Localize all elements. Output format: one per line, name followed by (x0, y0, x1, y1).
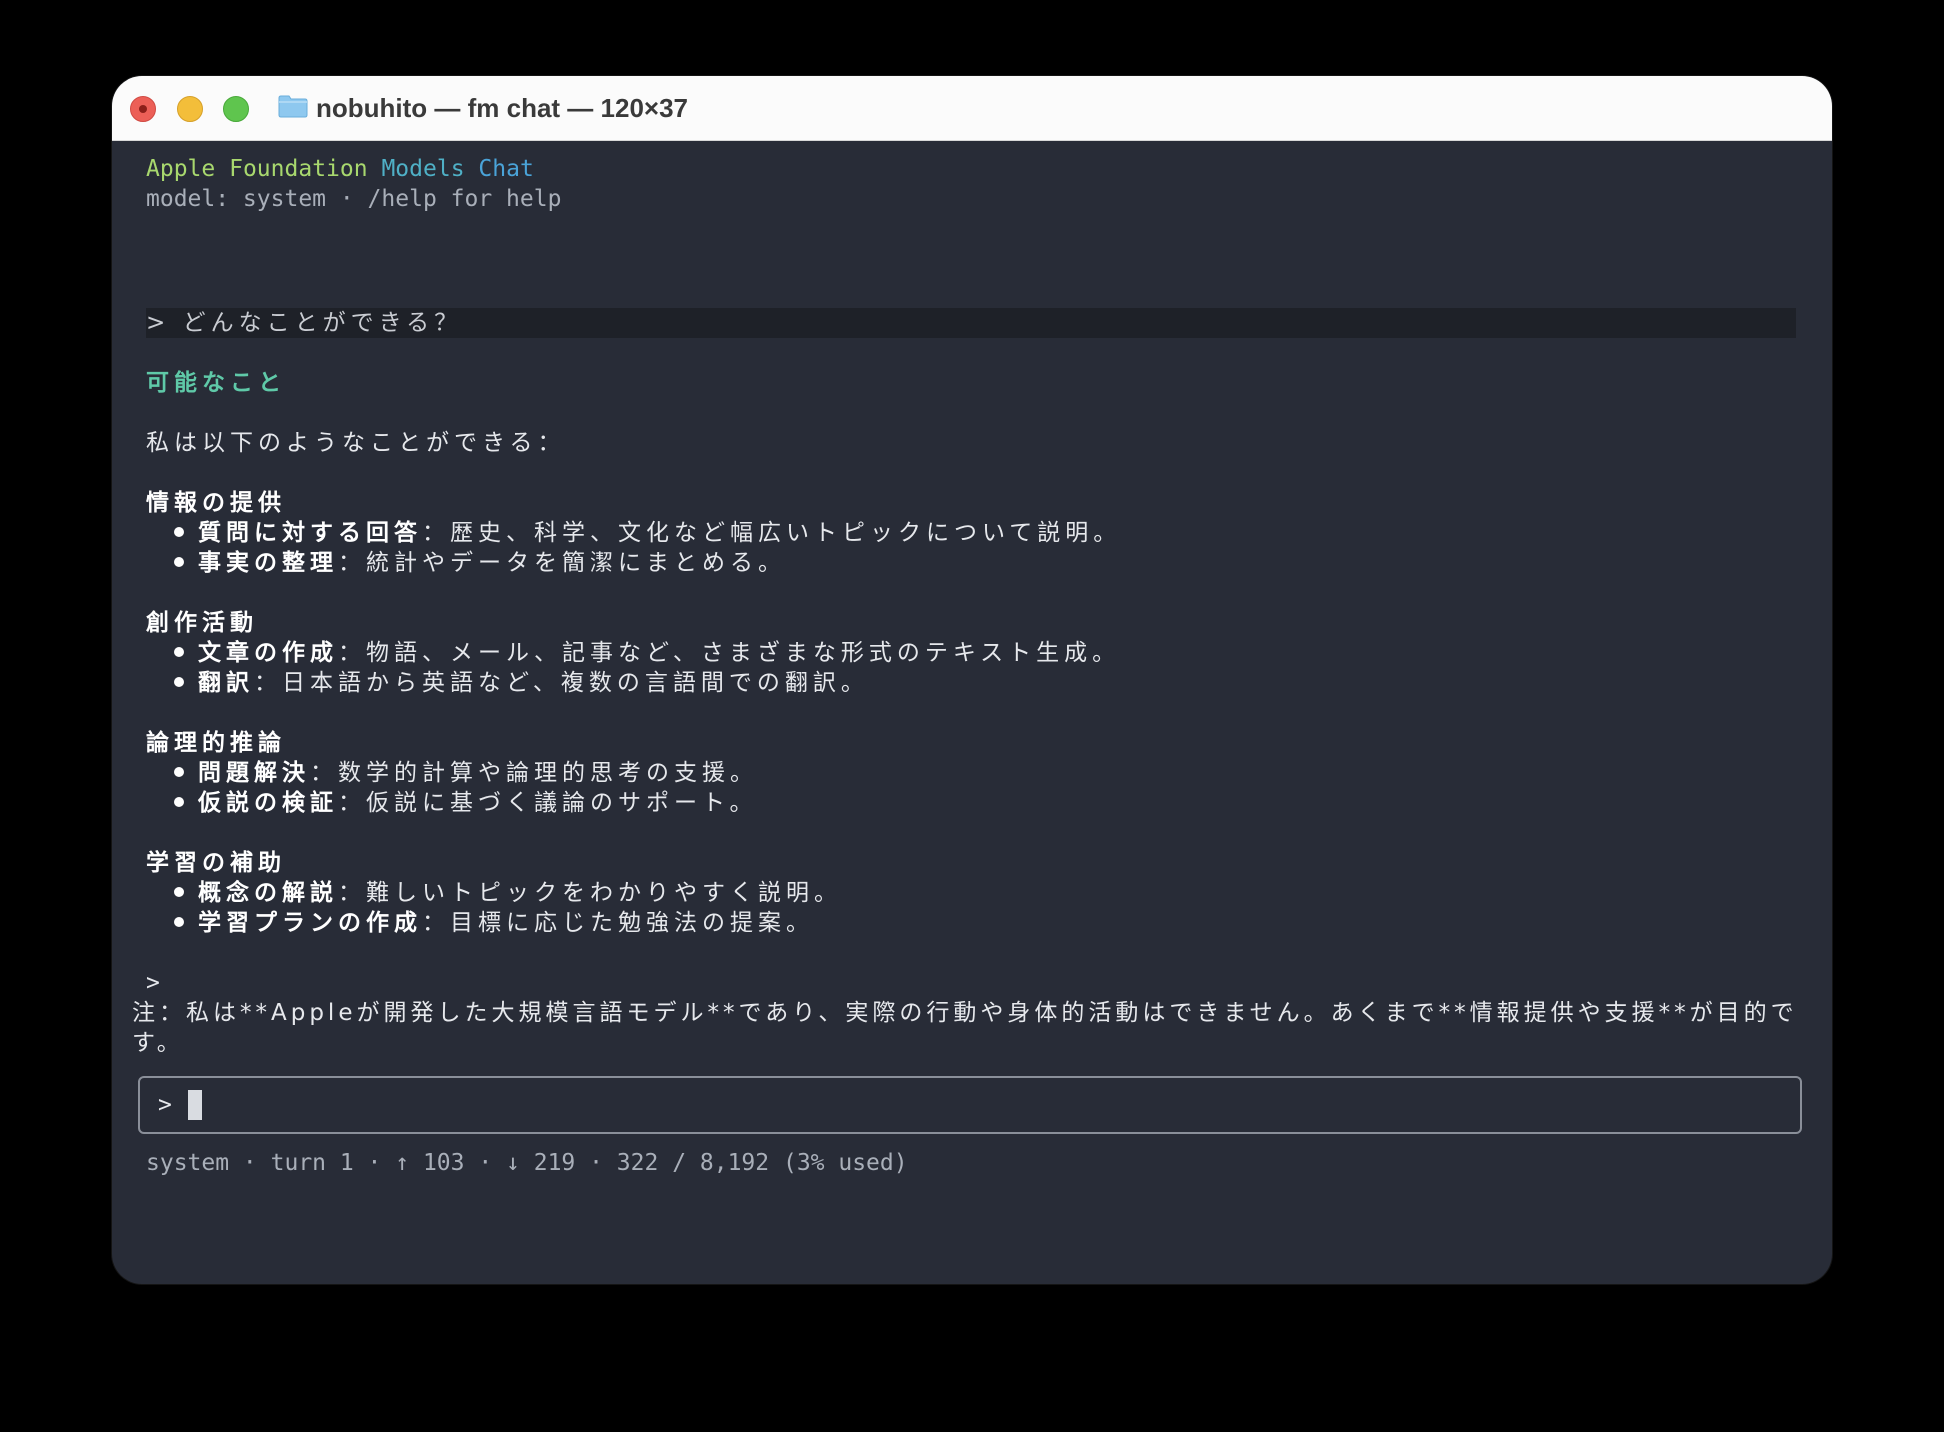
terminal-content: Apple Foundation Models Chat model: syst… (112, 140, 1832, 1284)
model-info: model: system · /help for help (146, 186, 562, 212)
list-item-term: 概念の解説 (198, 880, 338, 906)
app-title-word: Foundation (229, 156, 368, 182)
bullet-icon (174, 556, 184, 567)
close-dot-icon (139, 105, 147, 113)
list-item-text: ：統計やデータを簡潔にまとめる。 (338, 550, 786, 576)
window-title: nobuhito — fm chat — 120×37 (316, 93, 689, 123)
response-heading: 可能なこと (146, 370, 286, 396)
quote-marker: > (146, 970, 160, 996)
response-note: 注：私は**Appleが開発した大規模言語モデル**であり、実際の行動や身体的活… (132, 1000, 1798, 1056)
bullet-icon (174, 796, 184, 807)
status-bar: system · turn 1 · ↑ 103 · ↓ 219 · 322 / … (146, 1150, 908, 1176)
list-item-term: 学習プランの作成 (198, 910, 422, 936)
minimize-button[interactable] (177, 96, 203, 122)
section-title: 情報の提供 (146, 490, 286, 516)
user-prompt: > どんなことができる？ (146, 308, 1796, 338)
zoom-button[interactable] (223, 96, 249, 122)
list-item-text: ：歴史、科学、文化など幅広いトピックについて説明。 (422, 520, 1122, 546)
list-item-term: 質問に対する回答 (198, 520, 422, 546)
list-item-term: 事実の整理 (198, 550, 338, 576)
bullet-icon (174, 766, 184, 777)
list-item: 文章の作成：物語、メール、記事など、さまざまな形式のテキスト生成。 (174, 638, 1120, 668)
list-item-text: ：物語、メール、記事など、さまざまな形式のテキスト生成。 (338, 640, 1121, 666)
bullet-icon (174, 526, 184, 537)
list-item: 翻訳：日本語から英語など、複数の言語間での翻訳。 (174, 668, 869, 698)
app-title: Apple Foundation Models Chat (146, 154, 534, 184)
app-title-word: Chat (478, 156, 534, 182)
list-item-text: ：目標に応じた勉強法の提案。 (422, 910, 814, 936)
close-button[interactable] (130, 96, 156, 122)
list-item-term: 文章の作成 (198, 640, 338, 666)
list-item-term: 問題解決 (198, 760, 310, 786)
list-item: 概念の解説：難しいトピックをわかりやすく説明。 (174, 878, 842, 908)
section-title: 学習の補助 (146, 850, 286, 876)
list-item: 学習プランの作成：目標に応じた勉強法の提案。 (174, 908, 814, 938)
list-item-term: 翻訳 (198, 670, 254, 696)
title-bar: nobuhito — fm chat — 120×37 (112, 76, 1832, 141)
input-prompt: > (158, 1092, 172, 1118)
list-item-text: ：数学的計算や論理的思考の支援。 (310, 760, 758, 786)
bullet-icon (174, 646, 184, 657)
list-item: 問題解決：数学的計算や論理的思考の支援。 (174, 758, 758, 788)
list-item: 仮説の検証：仮説に基づく議論のサポート。 (174, 788, 758, 818)
list-item-text: ：難しいトピックをわかりやすく説明。 (338, 880, 842, 906)
list-item: 事実の整理：統計やデータを簡潔にまとめる。 (174, 548, 786, 578)
app-title-word: Apple (146, 156, 216, 182)
list-item-text: ：日本語から英語など、複数の言語間での翻訳。 (254, 670, 869, 696)
section-title: 論理的推論 (146, 730, 286, 756)
list-item: 質問に対する回答：歴史、科学、文化など幅広いトピックについて説明。 (174, 518, 1121, 548)
app-title-word: Models (381, 156, 465, 182)
list-item-term: 仮説の検証 (198, 790, 338, 816)
text-cursor (188, 1090, 202, 1120)
chat-input[interactable]: > (138, 1076, 1802, 1134)
section-title: 創作活動 (146, 610, 258, 636)
response-intro: 私は以下のようなことができる： (146, 430, 566, 456)
bullet-icon (174, 886, 184, 897)
list-item-text: ：仮説に基づく議論のサポート。 (338, 790, 758, 816)
bullet-icon (174, 916, 184, 927)
folder-icon (278, 95, 308, 118)
terminal-window: nobuhito — fm chat — 120×37 Apple Founda… (112, 76, 1832, 1284)
bullet-icon (174, 676, 184, 687)
